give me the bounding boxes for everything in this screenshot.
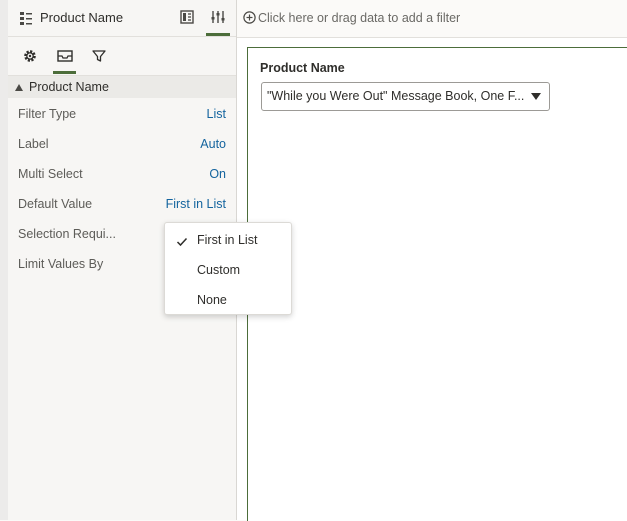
- main-area: Click here or drag data to add a filter …: [237, 0, 627, 521]
- left-edge-strip: [0, 0, 8, 520]
- property-value[interactable]: List: [207, 107, 226, 121]
- panel-title: Product Name: [40, 10, 124, 25]
- section-title: Product Name: [29, 80, 109, 94]
- product-name-select[interactable]: "While you Were Out" Message Book, One F…: [261, 82, 550, 111]
- property-default-value: Default Value First in List: [8, 190, 236, 220]
- filter-bar[interactable]: Click here or drag data to add a filter: [237, 0, 627, 38]
- section-header-product-name[interactable]: Product Name: [8, 76, 236, 98]
- property-label-row: Label Auto: [8, 130, 236, 160]
- grid-layout-icon[interactable]: [176, 6, 198, 28]
- property-label: Limit Values By: [18, 257, 104, 271]
- default-value-dropdown: First in List Custom None: [164, 222, 292, 315]
- property-label: Selection Requi...: [18, 227, 116, 241]
- property-value[interactable]: First in List: [166, 197, 226, 211]
- property-label: Multi Select: [18, 167, 83, 181]
- panel-header: Product Name: [8, 0, 236, 37]
- filter-icon[interactable]: [87, 45, 111, 67]
- property-label: Filter Type: [18, 107, 77, 121]
- dropdown-item-custom[interactable]: Custom: [165, 254, 291, 284]
- panel-tabs: [8, 37, 236, 76]
- chevron-down-icon[interactable]: [531, 93, 541, 100]
- list-field-label: Product Name: [260, 61, 345, 75]
- add-filter-icon[interactable]: [243, 11, 256, 24]
- hierarchy-icon: [18, 10, 34, 26]
- collapse-triangle-icon: [15, 83, 23, 91]
- sliders-icon[interactable]: [207, 6, 229, 28]
- checkmark-icon: [176, 234, 188, 247]
- select-value: "While you Were Out" Message Book, One F…: [267, 89, 525, 103]
- property-label: Label: [18, 137, 49, 151]
- inbox-icon[interactable]: [53, 45, 77, 67]
- filter-bar-hint[interactable]: Click here or drag data to add a filter: [258, 11, 460, 25]
- dropdown-item-first-in-list[interactable]: First in List: [165, 224, 291, 254]
- dropdown-item-label: First in List: [197, 233, 258, 247]
- dropdown-item-none[interactable]: None: [165, 284, 291, 314]
- dropdown-item-label: Custom: [197, 263, 241, 277]
- dropdown-item-label: None: [197, 293, 227, 307]
- gear-icon[interactable]: [18, 45, 42, 67]
- property-filter-type: Filter Type List: [8, 100, 236, 130]
- visualization-canvas: Product Name "While you Were Out" Messag…: [247, 47, 627, 521]
- property-value[interactable]: On: [209, 167, 226, 181]
- active-header-indicator: [206, 33, 230, 36]
- active-tab-indicator: [53, 71, 76, 74]
- property-multi-select: Multi Select On: [8, 160, 236, 190]
- property-value[interactable]: Auto: [200, 137, 226, 151]
- property-label: Default Value: [18, 197, 93, 211]
